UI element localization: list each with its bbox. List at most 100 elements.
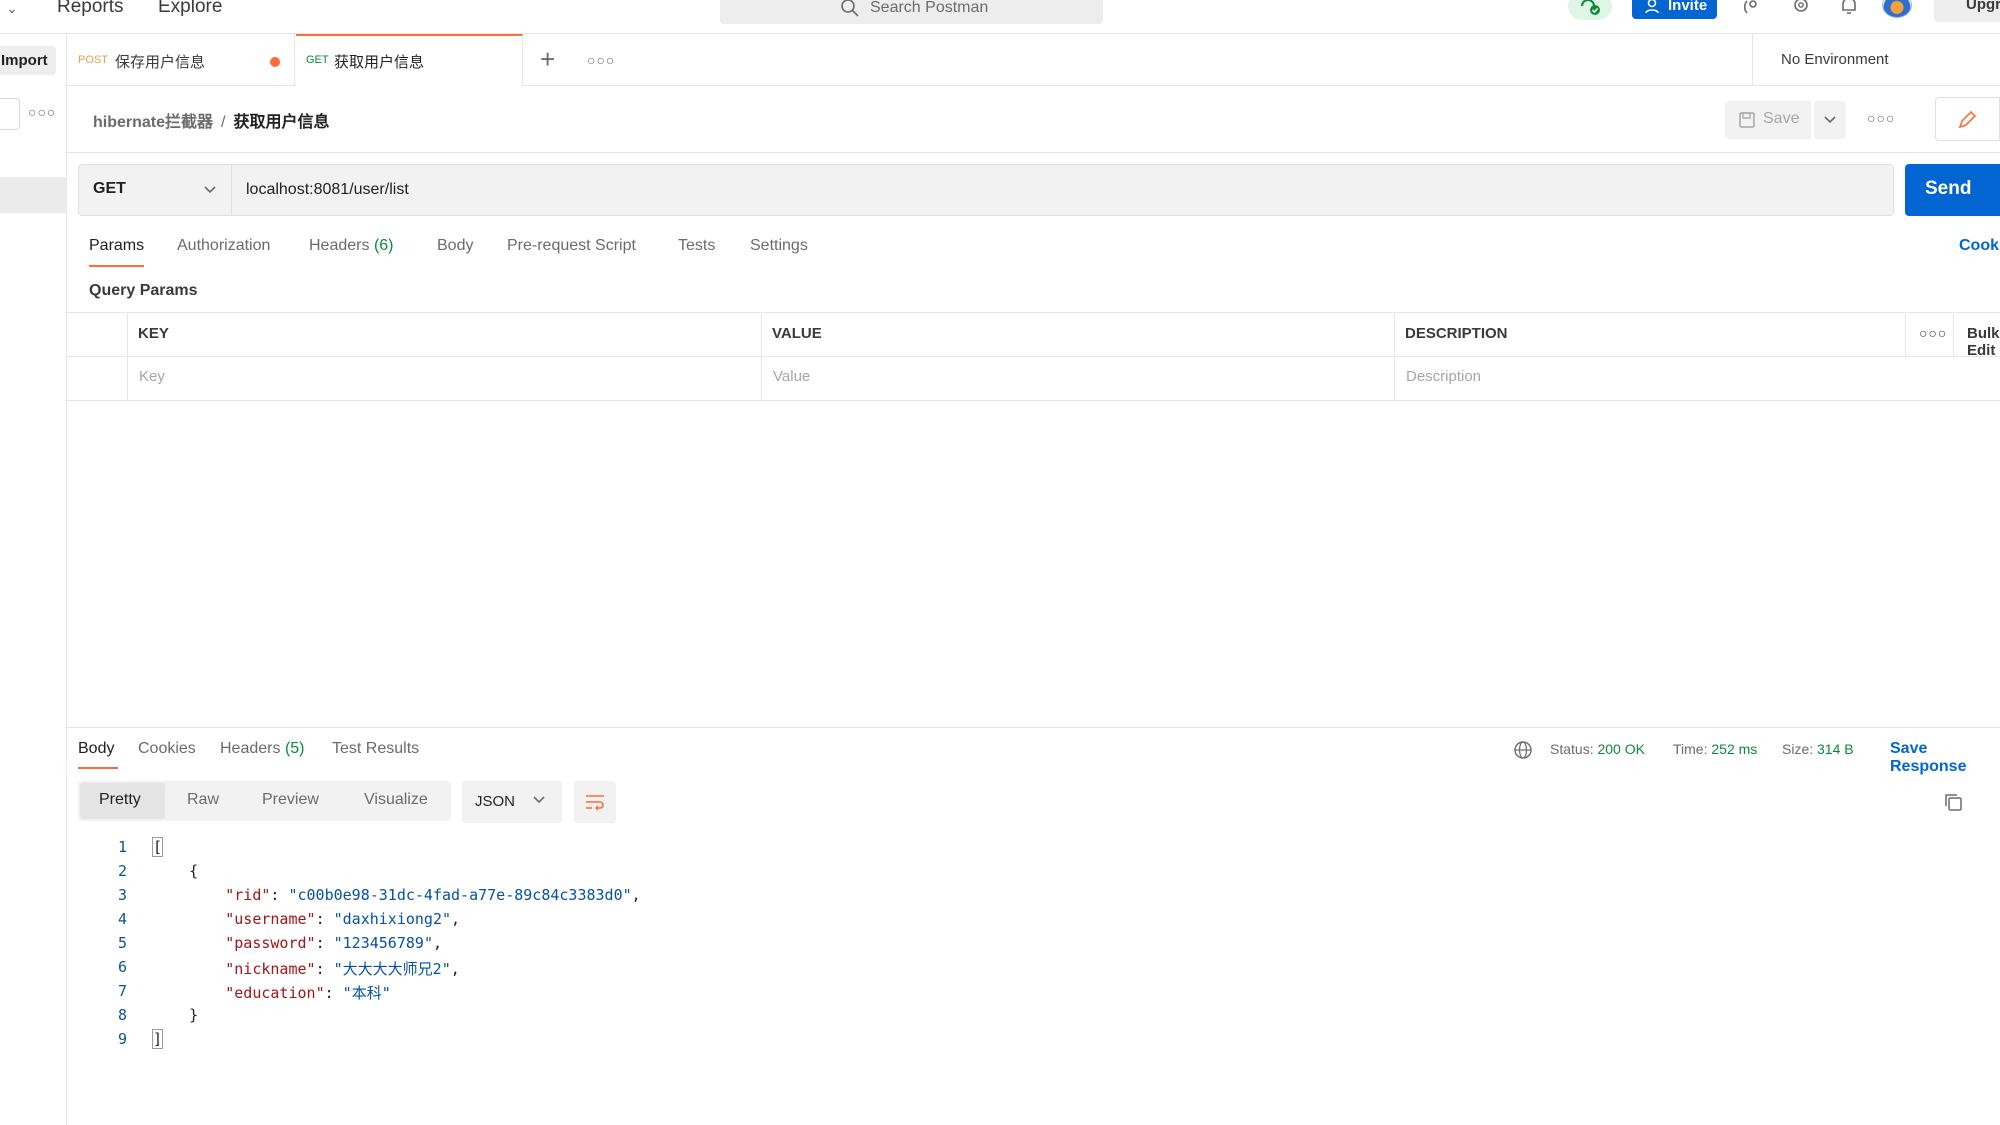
tab-get-user-info[interactable]: GET 获取用户信息 xyxy=(296,34,523,86)
environment-selector[interactable]: No Environment xyxy=(1752,34,2000,86)
sidebar-selected-item[interactable] xyxy=(0,177,67,213)
add-user-icon xyxy=(1645,0,1659,14)
invite-button[interactable]: Invite xyxy=(1632,0,1717,19)
table-border xyxy=(1953,312,1954,356)
tab-authorization[interactable]: Authorization xyxy=(177,237,270,255)
copy-icon[interactable] xyxy=(1942,791,1964,818)
nav-reports[interactable]: Reports xyxy=(57,0,124,18)
size-value: 314 B xyxy=(1817,741,1854,757)
search-box[interactable]: Search Postman xyxy=(720,0,1103,24)
response-tab-body[interactable]: Body xyxy=(78,740,114,758)
wrap-lines-button[interactable] xyxy=(574,781,616,823)
environment-label: No Environment xyxy=(1781,51,1889,68)
save-button[interactable]: Save xyxy=(1725,101,1811,139)
request-more-icon[interactable]: ○○○ xyxy=(1867,110,1895,126)
import-button[interactable]: Import xyxy=(0,46,56,75)
http-method-select[interactable]: GET xyxy=(78,164,232,216)
pencil-icon xyxy=(1958,110,1977,129)
cloud-sync-icon xyxy=(1581,0,1600,15)
search-placeholder: Search Postman xyxy=(870,0,989,16)
avatar[interactable] xyxy=(1882,0,1912,18)
globe-icon[interactable] xyxy=(1513,740,1533,765)
json-value: 123456789 xyxy=(342,934,424,952)
code-line: "username": "daxhixiong2", xyxy=(225,910,461,928)
unsaved-dot-icon xyxy=(270,57,280,67)
code-line: "rid": "c00b0e98-31dc-4fad-a77e-89c84c33… xyxy=(225,886,641,904)
json-comma: , xyxy=(631,886,641,904)
sync-status-badge[interactable] xyxy=(1568,0,1612,20)
breadcrumb-collection[interactable]: hibernate拦截器 xyxy=(93,114,213,131)
edit-button[interactable] xyxy=(1935,97,2000,141)
query-params-table: KEY VALUE DESCRIPTION ○○○ Bulk Edit Key … xyxy=(67,312,2000,401)
nav-explore[interactable]: Explore xyxy=(158,0,222,18)
key-input[interactable]: Key xyxy=(139,368,165,385)
url-input[interactable] xyxy=(232,164,1894,216)
upgrade-button[interactable]: Upgrade xyxy=(1934,0,2000,22)
view-preview[interactable]: Preview xyxy=(262,791,319,809)
code-line: "password": "123456789", xyxy=(225,934,442,952)
table-border xyxy=(67,312,2000,313)
add-tab-icon[interactable]: + xyxy=(540,44,555,75)
http-method-label: GET xyxy=(93,180,126,197)
save-options-dropdown[interactable] xyxy=(1814,101,1846,139)
table-options-icon[interactable]: ○○○ xyxy=(1919,325,1947,341)
tab-save-user-info[interactable]: POST 保存用户信息 xyxy=(67,34,295,86)
status-readout[interactable]: Status: 200 OK xyxy=(1550,741,1645,757)
response-tab-cookies[interactable]: Cookies xyxy=(138,740,196,758)
size-readout[interactable]: Size: 314 B xyxy=(1782,741,1854,757)
json-comma: , xyxy=(432,934,442,952)
column-header-value: VALUE xyxy=(772,325,822,342)
bell-icon[interactable] xyxy=(1838,0,1860,23)
description-input[interactable]: Description xyxy=(1406,368,1481,385)
response-divider[interactable] xyxy=(67,727,2000,728)
json-comma: , xyxy=(451,910,461,928)
chevron-down-icon xyxy=(204,186,216,194)
value-input[interactable]: Value xyxy=(773,368,810,385)
table-border xyxy=(67,400,2000,401)
sidebar-more-icon[interactable]: ○○○ xyxy=(28,104,56,120)
tab-settings[interactable]: Settings xyxy=(750,237,808,255)
bulk-edit-link[interactable]: Bulk Edit xyxy=(1967,325,2000,359)
line-number: 2 xyxy=(117,862,127,880)
satellite-icon[interactable] xyxy=(1742,0,1764,23)
json-value: c00b0e98-31dc-4fad-a77e-89c84c3383d0 xyxy=(297,886,623,904)
tab-params[interactable]: Params xyxy=(89,237,144,255)
upgrade-label: Upgrade xyxy=(1966,0,2000,13)
line-number: 4 xyxy=(117,910,127,928)
response-tab-test-results[interactable]: Test Results xyxy=(332,740,419,758)
line-number: 8 xyxy=(117,1006,127,1024)
response-tab-headers-count: (5) xyxy=(284,740,305,757)
response-tab-headers-label: Headers xyxy=(220,740,281,757)
view-raw[interactable]: Raw xyxy=(187,791,219,809)
json-key: password xyxy=(234,934,307,952)
response-tab-headers[interactable]: Headers (5) xyxy=(220,740,305,758)
save-response-button[interactable]: Save Response xyxy=(1890,740,2000,776)
import-label: Import xyxy=(1,52,48,69)
table-border xyxy=(67,356,2000,357)
tab-body[interactable]: Body xyxy=(437,237,473,255)
json-key: rid xyxy=(234,886,262,904)
invite-label: Invite xyxy=(1668,0,1708,14)
tab-tests[interactable]: Tests xyxy=(678,237,715,255)
format-label: JSON xyxy=(475,793,516,810)
chevron-down-icon xyxy=(1824,116,1836,124)
chevron-down-icon[interactable]: ⌄ xyxy=(6,0,18,17)
json-value: 大大大大师兄2 xyxy=(342,960,442,978)
response-view-selector: Pretty Raw Preview Visualize xyxy=(78,781,451,821)
search-icon xyxy=(841,0,859,17)
format-select[interactable]: JSON xyxy=(462,781,562,823)
sidebar-filter-box[interactable] xyxy=(0,98,20,130)
code-line: ] xyxy=(151,1029,164,1049)
tab-headers[interactable]: Headers (6) xyxy=(309,237,394,255)
tab-pre-request-script[interactable]: Pre-request Script xyxy=(507,237,636,255)
view-pretty[interactable]: Pretty xyxy=(99,791,141,809)
breadcrumb-request[interactable]: 获取用户信息 xyxy=(233,114,329,131)
gear-icon[interactable] xyxy=(1790,0,1812,23)
time-readout[interactable]: Time: 252 ms xyxy=(1673,741,1757,757)
send-button[interactable]: Send xyxy=(1905,164,2000,216)
tab-options-icon[interactable]: ○○○ xyxy=(587,52,615,68)
view-visualize[interactable]: Visualize xyxy=(364,791,428,809)
cookies-link[interactable]: Cookies xyxy=(1959,237,2000,255)
active-tab-underline xyxy=(89,265,144,267)
query-params-title: Query Params xyxy=(89,282,198,299)
